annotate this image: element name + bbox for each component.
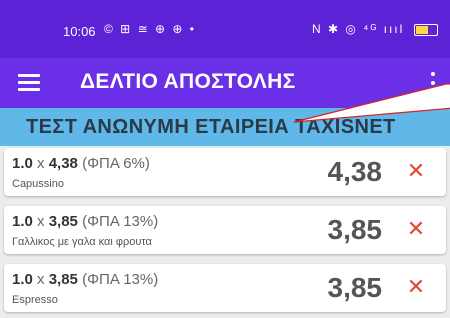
item-quantity: 1.0: [12, 155, 33, 172]
page-title: ΔΕΛΤΙΟ ΑΠΟΣΤΟΛΗΣ: [80, 70, 296, 93]
list-item[interactable]: 1.0 x 3,85 (ΦΠΑ 13%) Espresso 3,85 ✕: [4, 264, 446, 312]
item-vat: (ΦΠΑ 13%): [82, 213, 159, 230]
app-bar: ΔΕΛΤΙΟ ΑΠΟΣΤΟΛΗΣ: [0, 58, 450, 108]
notification-icons: © ⊞ ≅ ⊕ ⊕ •: [104, 22, 196, 36]
delete-icon[interactable]: ✕: [406, 157, 426, 185]
delete-icon[interactable]: ✕: [406, 215, 426, 243]
status-bar: 10:06 © ⊞ ≅ ⊕ ⊕ • N ✱ ◎ ⁴ᴳ ıııl: [0, 0, 450, 58]
list-item[interactable]: 1.0 x 4,38 (ΦΠΑ 6%) Capussino 4,38 ✕: [4, 148, 446, 196]
item-unit-price: 3,85: [48, 213, 78, 230]
status-time: 10:06: [63, 24, 96, 39]
item-description: Espresso: [12, 294, 58, 306]
delete-icon[interactable]: ✕: [406, 273, 426, 301]
system-icons: N ✱ ◎ ⁴ᴳ ıııl: [312, 22, 438, 36]
battery-icon: [413, 23, 438, 36]
times-sign: x: [37, 155, 45, 172]
list-item[interactable]: 1.0 x 3,85 (ΦΠΑ 13%) Γαλλικος με γαλα και…: [4, 206, 446, 254]
item-total: 4,38: [327, 156, 383, 187]
item-description: Γαλλικος με γαλα και φρουτα: [12, 236, 152, 248]
item-vat: (ΦΠΑ 13%): [82, 271, 159, 288]
company-header: ΤΕΣΤ ΑΝΩΝΥΜΗ ΕΤΑΙΡΕΙΑ TAXISNET: [0, 108, 450, 146]
quantity-line: 1.0 x 3,85 (ΦΠΑ 13%): [12, 213, 158, 230]
item-unit-price: 4,38: [48, 155, 78, 172]
times-sign: x: [37, 271, 45, 288]
quantity-line: 1.0 x 4,38 (ΦΠΑ 6%): [12, 155, 150, 172]
battery-level: [415, 25, 428, 34]
more-vert-icon[interactable]: [425, 70, 441, 96]
signal-icons: N ✱ ◎ ⁴ᴳ ıııl: [312, 22, 405, 36]
item-quantity: 1.0: [12, 213, 33, 230]
item-total: 3,85: [327, 272, 383, 303]
item-total: 3,85: [327, 214, 383, 245]
hamburger-menu-icon[interactable]: [18, 72, 40, 92]
item-description: Capussino: [12, 178, 64, 190]
item-vat: (ΦΠΑ 6%): [82, 155, 150, 172]
company-name: ΤΕΣΤ ΑΝΩΝΥΜΗ ΕΤΑΙΡΕΙΑ TAXISNET: [26, 116, 396, 138]
item-quantity: 1.0: [12, 271, 33, 288]
quantity-line: 1.0 x 3,85 (ΦΠΑ 13%): [12, 271, 158, 288]
times-sign: x: [37, 213, 45, 230]
item-unit-price: 3,85: [48, 271, 78, 288]
